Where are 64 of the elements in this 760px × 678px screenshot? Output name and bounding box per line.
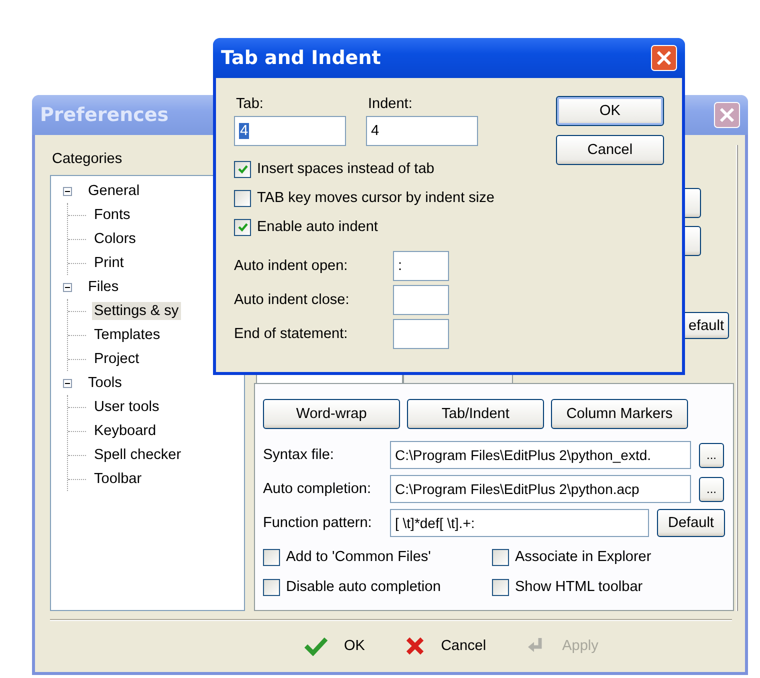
field-label: Function pattern: xyxy=(263,515,373,531)
field-label: Auto indent close: xyxy=(234,292,350,308)
dialog-title: Tab and Indent xyxy=(221,47,381,69)
checkbox[interactable] xyxy=(234,218,251,236)
categories-label: Categories xyxy=(52,150,124,169)
tree-item[interactable]: Settings & sy xyxy=(92,302,181,320)
input-field[interactable]: 4 xyxy=(366,116,478,146)
field-label: Tab: xyxy=(236,95,264,114)
dialog-button[interactable]: Cancel xyxy=(556,135,664,165)
collapse-icon[interactable] xyxy=(63,282,74,292)
checkmark-icon xyxy=(236,221,248,233)
checkbox[interactable] xyxy=(492,578,509,596)
checkbox[interactable] xyxy=(492,548,509,566)
tree-item[interactable]: General xyxy=(86,182,142,200)
input-field[interactable]: 4 xyxy=(234,116,346,146)
cross-icon xyxy=(404,636,425,656)
checkbox[interactable] xyxy=(263,578,280,596)
browse-button[interactable]: ... xyxy=(699,442,724,468)
input-field[interactable] xyxy=(393,319,449,349)
checkbox-label: Show HTML toolbar xyxy=(515,579,643,595)
checkbox-label: Add to 'Common Files' xyxy=(286,549,431,565)
checkbox[interactable] xyxy=(263,548,280,566)
checkbox-label: TAB key moves cursor by indent size xyxy=(257,190,494,206)
browse-button[interactable]: ... xyxy=(699,476,724,502)
tree-item[interactable]: Spell checker xyxy=(92,446,184,464)
dialog-button[interactable]: Cancel xyxy=(398,629,492,663)
input-field[interactable]: C:\Program Files\EditPlus 2\python.acp xyxy=(390,475,691,503)
field-label: Auto completion: xyxy=(263,481,372,497)
field-label: Syntax file: xyxy=(263,447,335,463)
dialog-button[interactable]: OK xyxy=(298,629,371,663)
collapse-icon[interactable] xyxy=(63,378,74,388)
option-button[interactable]: Tab/Indent xyxy=(407,399,544,429)
tree-item[interactable]: Fonts xyxy=(92,206,132,224)
tree-item[interactable]: Files xyxy=(86,278,121,296)
dialog-button[interactable]: OK xyxy=(556,96,664,126)
tree-item[interactable]: Tools xyxy=(86,374,124,392)
tree-item[interactable]: Project xyxy=(92,350,142,368)
checkbox-label: Associate in Explorer xyxy=(515,549,652,565)
tree-item[interactable]: Colors xyxy=(92,230,138,248)
input-field[interactable]: [ \t]*def[ \t].+: xyxy=(390,509,649,537)
checkbox-label: Insert spaces instead of tab xyxy=(257,161,434,177)
field-label: End of statement: xyxy=(234,326,349,342)
tree-item[interactable]: Keyboard xyxy=(92,422,158,440)
collapse-icon[interactable] xyxy=(63,186,74,196)
tree-item[interactable]: User tools xyxy=(92,398,162,416)
field-label: Indent: xyxy=(368,95,414,114)
default-button[interactable]: Default xyxy=(657,509,725,537)
input-field[interactable]: C:\Program Files\EditPlus 2\python_extd. xyxy=(390,441,691,469)
input-field[interactable] xyxy=(393,285,449,315)
option-button[interactable]: Column Markers xyxy=(551,399,688,429)
window-title: Preferences xyxy=(40,104,169,126)
tree-item[interactable]: Print xyxy=(92,254,126,272)
field-label: Auto indent open: xyxy=(234,258,349,274)
close-icon[interactable] xyxy=(651,45,677,71)
checkbox-label: Disable auto completion xyxy=(286,579,441,595)
checkbox[interactable] xyxy=(234,160,251,178)
tree-item[interactable]: Toolbar xyxy=(92,470,144,488)
checkbox[interactable] xyxy=(234,190,251,206)
tree-item[interactable]: Templates xyxy=(92,326,162,344)
input-field[interactable]: : xyxy=(393,251,449,281)
checkmark-icon xyxy=(236,163,248,175)
checkbox-label: Enable auto indent xyxy=(257,219,378,235)
check-icon xyxy=(304,636,328,656)
option-button[interactable]: Word-wrap xyxy=(263,399,400,429)
